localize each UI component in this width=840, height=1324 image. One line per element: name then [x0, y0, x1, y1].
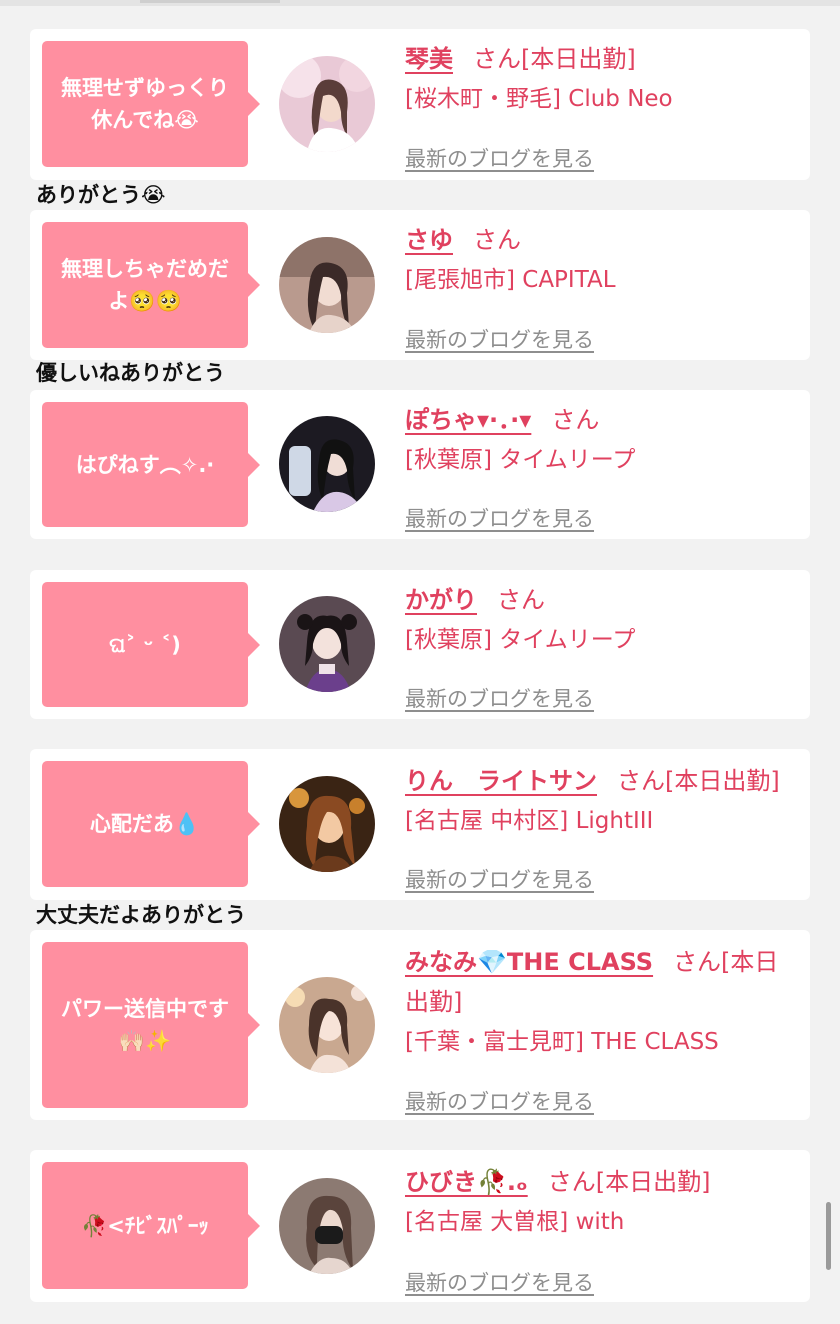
post-card: はぴねす︵✧.· ぽちゃ▾·．·▾ さん [秋葉原] タイムリープ 最新のブログを… [30, 390, 810, 539]
shop-info: [名古屋 中村区] LightIII [405, 808, 654, 834]
latest-blog-link[interactable]: 最新のブログを見る [405, 144, 594, 174]
post-card: 心配だあ💧 りん ライトサン さん[本日出勤] [名古屋 中村区] LightII… [30, 749, 810, 900]
cast-status: さん [497, 586, 545, 614]
scrollbar[interactable] [826, 1202, 831, 1270]
latest-blog-link[interactable]: 最新のブログを見る [405, 504, 594, 534]
avatar[interactable] [279, 56, 375, 152]
message-bubble: 無理しちゃだめだ よ🥺🥺 [42, 222, 260, 348]
avatar[interactable] [279, 237, 375, 333]
cast-name-link[interactable]: かがり [405, 586, 477, 614]
cast-status: さん [473, 226, 521, 254]
message-bubble: パワー送信中です 🙌🏻✨ [42, 942, 260, 1108]
cast-name-link[interactable]: ひびき🥀.ₒ [405, 1168, 528, 1196]
message-bubble: 無理せずゆっくり 休んでね😭 [42, 41, 260, 167]
message-bubble: はぴねす︵✧.· [42, 402, 260, 527]
post-card: 無理せずゆっくり 休んでね😭 琴美 さん[本日出勤] [桜木町・野毛] Club … [30, 29, 810, 180]
cast-name-link[interactable]: 琴美 [405, 45, 453, 73]
shop-info: [千葉・富士見町] THE CLASS [405, 1029, 719, 1055]
avatar[interactable] [279, 596, 375, 692]
latest-blog-link[interactable]: 最新のブログを見る [405, 1268, 594, 1298]
top-tab-indicator [140, 0, 280, 3]
top-scroll-area [0, 0, 840, 6]
cast-name-link[interactable]: ぽちゃ▾·．·▾ [405, 406, 531, 434]
post-card: ଘ˃ ᵕ ˂) かがり さん [秋葉原] タイムリープ 最新のブログを見る [30, 570, 810, 719]
cast-name-link[interactable]: さゆ [405, 226, 453, 254]
message-bubble: 🥀<ﾁﾋﾞｽﾊﾟｰｯ [42, 1162, 260, 1289]
message-bubble: ଘ˃ ᵕ ˂) [42, 582, 260, 707]
reply-text: ありがとう😭 [36, 183, 166, 207]
post-card: 🥀<ﾁﾋﾞｽﾊﾟｰｯ ひびき🥀.ₒ さん[本日出勤] [名古屋 大曽根] with… [30, 1150, 810, 1302]
latest-blog-link[interactable]: 最新のブログを見る [405, 684, 594, 714]
avatar[interactable] [279, 977, 375, 1073]
shop-info: [名古屋 大曽根] with [405, 1209, 625, 1235]
cast-status: さん[本日出勤] [547, 1168, 711, 1196]
cast-status: さん [551, 406, 600, 434]
post-card: 無理しちゃだめだ よ🥺🥺 さゆ さん [尾張旭市] CAPITAL 最新のブログを… [30, 210, 810, 360]
avatar[interactable] [279, 776, 375, 872]
cast-status: さん[本日出勤] [473, 45, 636, 73]
reply-text: 大丈夫だよありがとう [36, 903, 246, 927]
cast-name-link[interactable]: りん ライトサン [405, 767, 597, 795]
avatar[interactable] [279, 416, 375, 512]
shop-info: [秋葉原] タイムリープ [405, 447, 636, 473]
shop-info: [尾張旭市] CAPITAL [405, 267, 616, 293]
avatar[interactable] [279, 1178, 375, 1274]
cast-name-link[interactable]: みなみ💎THE CLASS [405, 948, 653, 976]
shop-info: [秋葉原] タイムリープ [405, 627, 636, 653]
latest-blog-link[interactable]: 最新のブログを見る [405, 865, 594, 895]
post-card: パワー送信中です 🙌🏻✨ みなみ💎THE CLASS さん[本日出勤] [千葉・富… [30, 930, 810, 1120]
cast-status: さん[本日出勤] [617, 767, 780, 795]
shop-info: [桜木町・野毛] Club Neo [405, 86, 673, 112]
reply-text: 優しいねありがとう [36, 361, 225, 385]
latest-blog-link[interactable]: 最新のブログを見る [405, 325, 594, 355]
message-bubble: 心配だあ💧 [42, 761, 260, 887]
latest-blog-link[interactable]: 最新のブログを見る [405, 1087, 594, 1117]
